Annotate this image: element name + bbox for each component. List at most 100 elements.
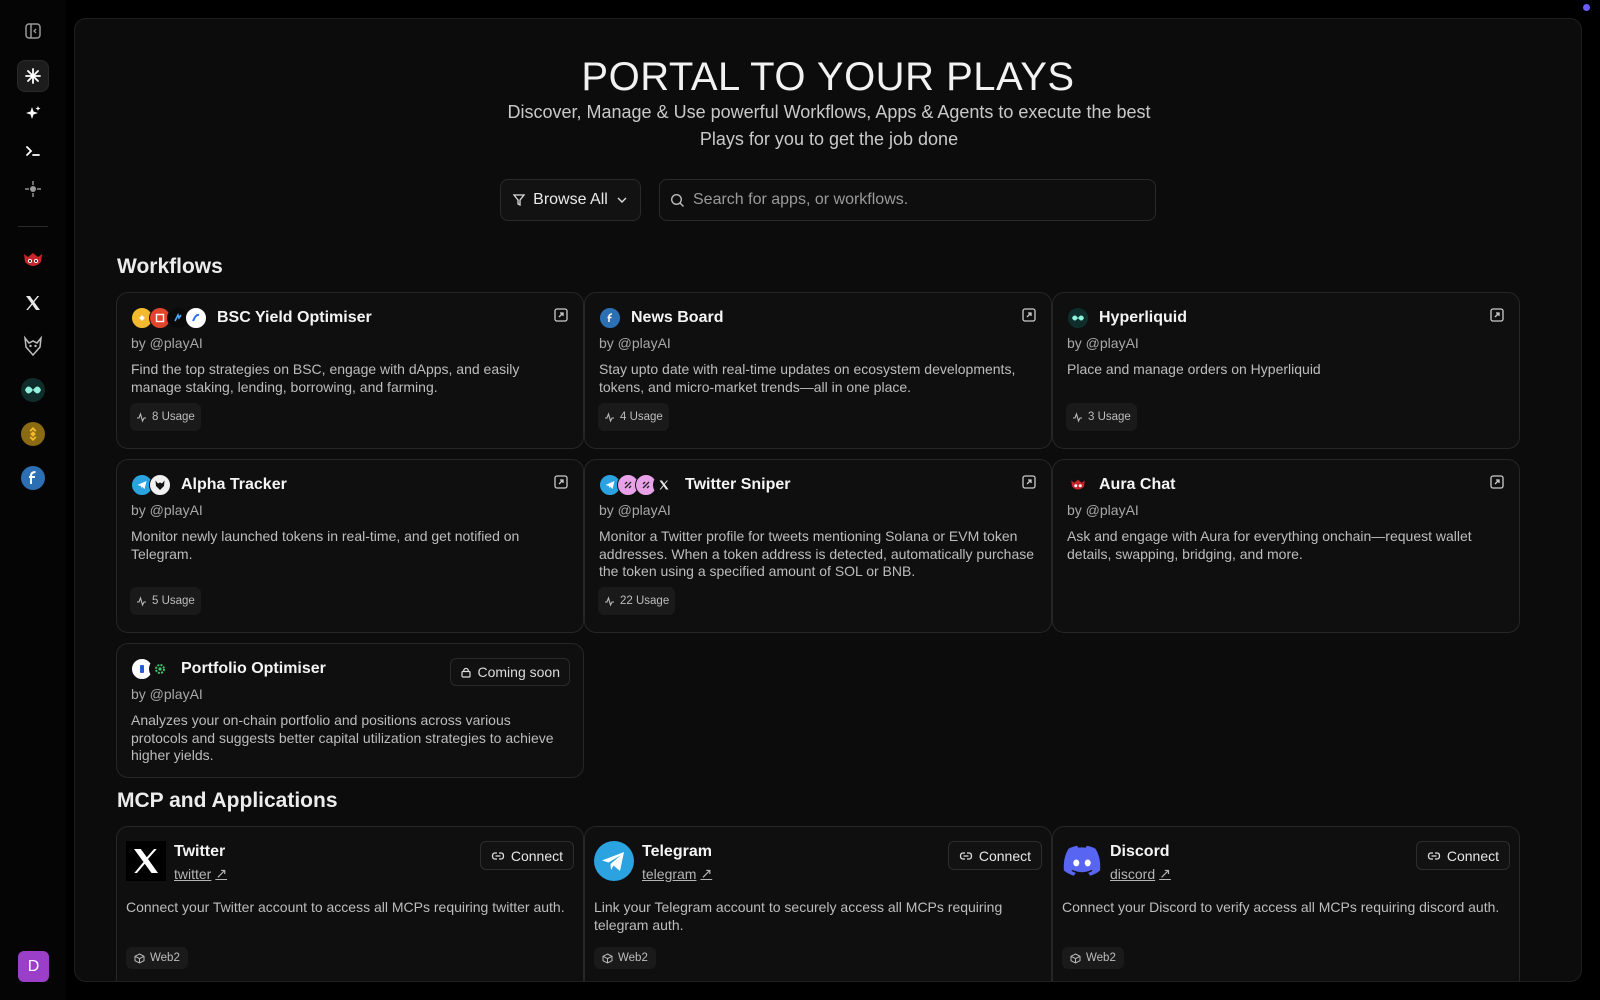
asterisk-icon[interactable] <box>17 60 49 92</box>
app-link-label: twitter <box>174 865 212 882</box>
terminal-icon[interactable] <box>17 135 49 167</box>
workflow-card-hyperliquid[interactable]: Hyperliquid by @playAI Place and manage … <box>1052 292 1520 449</box>
activity-icon <box>605 411 614 423</box>
tag-label: Web2 <box>1086 952 1116 964</box>
external-link-icon[interactable] <box>1489 474 1505 490</box>
x-logo-icon[interactable] <box>17 287 49 319</box>
app-link[interactable]: twitter ↗ <box>174 865 227 882</box>
fuse-icon <box>599 307 621 329</box>
activity-icon <box>1073 411 1082 423</box>
wolf-icon[interactable] <box>17 330 49 362</box>
card-author: by @playAI <box>1067 335 1139 351</box>
card-icons <box>1067 307 1089 329</box>
external-link-icon[interactable] <box>553 474 569 490</box>
usage-badge: 5 Usage <box>130 587 201 615</box>
app-card-discord[interactable]: Discord discord ↗ Connect Connect your Di… <box>1052 826 1520 981</box>
hyperliquid-icon[interactable] <box>17 374 49 406</box>
connect-button[interactable]: Connect <box>947 841 1042 870</box>
page-subtitle: Discover, Manage & Use powerful Workflow… <box>507 102 1151 149</box>
card-title: Alpha Tracker <box>181 476 287 493</box>
search-field[interactable] <box>659 179 1156 221</box>
usage-count: 3 Usage <box>1088 411 1131 423</box>
workflow-card-portfolio-optimiser[interactable]: Portfolio Optimiser Coming soon by @play… <box>116 643 584 778</box>
wolf-icon <box>149 474 171 496</box>
usage-count: 5 Usage <box>152 595 195 607</box>
usage-count: 4 Usage <box>620 411 663 423</box>
connect-button[interactable]: Connect <box>479 841 574 870</box>
arrow-up-right-icon: ↗ <box>700 865 713 881</box>
web2-tag: Web2 <box>126 947 188 969</box>
sparkles-icon[interactable] <box>17 97 49 129</box>
binance-icon[interactable] <box>17 418 49 450</box>
tag-label: Web2 <box>618 952 648 964</box>
browse-all-button[interactable]: Browse All <box>500 179 641 221</box>
app-title: Telegram <box>642 843 712 860</box>
app-description: Connect your Twitter account to access a… <box>126 899 565 915</box>
card-header: BSC Yield Optimiser <box>131 307 372 329</box>
page-title: PORTAL TO YOUR PLAYS <box>581 55 1075 99</box>
workflow-card-alpha-tracker[interactable]: Alpha Tracker by @playAI Monitor newly l… <box>116 459 584 633</box>
arrow-up-right-icon: ↗ <box>1159 865 1171 881</box>
external-link-icon[interactable] <box>553 307 569 323</box>
card-icons <box>599 307 621 329</box>
x-logo-icon <box>126 841 166 881</box>
card-title: BSC Yield Optimiser <box>217 309 372 326</box>
app-title: Discord <box>1110 843 1170 860</box>
chevron-down-icon <box>617 197 627 203</box>
usage-count: 22 Usage <box>620 595 670 607</box>
card-description: Monitor newly launched tokens in real-ti… <box>131 528 520 562</box>
usage-badge: 8 Usage <box>130 403 201 431</box>
connect-button[interactable]: Connect <box>1415 841 1510 870</box>
user-avatar[interactable]: D <box>18 951 49 982</box>
main-panel: PORTAL TO YOUR PLAYS Discover, Manage & … <box>74 18 1582 982</box>
card-header: News Board <box>599 307 723 329</box>
connect-label: Connect <box>510 847 563 864</box>
telegram-icon <box>594 841 634 881</box>
aura-mascot-icon[interactable] <box>17 244 49 276</box>
card-title: Portfolio Optimiser <box>181 660 326 677</box>
coming-soon-badge: Coming soon <box>449 658 570 686</box>
sidebar-divider <box>18 226 48 227</box>
crosshair-icon[interactable] <box>17 173 49 205</box>
sidebar: D <box>0 0 66 1000</box>
usage-badge: 22 Usage <box>598 587 676 615</box>
card-author: by @playAI <box>599 335 671 351</box>
swap-icon <box>185 307 207 329</box>
external-link-icon[interactable] <box>1021 307 1037 323</box>
browse-all-label: Browse All <box>533 191 608 208</box>
card-header: Alpha Tracker <box>131 474 287 496</box>
cube-icon <box>602 952 613 964</box>
workflow-card-aura-chat[interactable]: Aura Chat by @playAI Ask and engage with… <box>1052 459 1520 633</box>
connect-label: Connect <box>978 847 1031 864</box>
external-link-icon[interactable] <box>1021 474 1037 490</box>
card-author: by @playAI <box>131 686 203 702</box>
workflow-card-bsc-yield-optimiser[interactable]: BSC Yield Optimiser by @playAI Find the … <box>116 292 584 449</box>
card-author: by @playAI <box>131 335 203 351</box>
app-card-twitter[interactable]: Twitter twitter ↗ Connect Connect your Tw… <box>116 826 584 981</box>
external-link-icon[interactable] <box>1489 307 1505 323</box>
tag-label: Web2 <box>150 952 180 964</box>
card-header: Twitter Sniper <box>599 474 791 496</box>
workflows-heading: Workflows <box>117 255 223 278</box>
card-title: Twitter Sniper <box>685 476 791 493</box>
card-author: by @playAI <box>1067 502 1139 518</box>
activity-icon <box>137 411 146 423</box>
search-input[interactable] <box>693 191 1133 209</box>
workflow-card-twitter-sniper[interactable]: Twitter Sniper by @playAI Monitor a Twit… <box>584 459 1052 633</box>
app-link-label: telegram <box>642 865 697 882</box>
card-icons <box>131 307 207 329</box>
card-icons <box>1067 474 1089 496</box>
card-description: Stay upto date with real-time updates on… <box>599 361 1016 395</box>
card-description: Ask and engage with Aura for everything … <box>1067 528 1472 562</box>
aura-mascot-icon <box>1067 474 1089 496</box>
app-link[interactable]: telegram ↗ <box>642 865 712 882</box>
connect-label: Connect <box>1446 847 1499 864</box>
card-description: Place and manage orders on Hyperliquid <box>1067 361 1321 377</box>
app-link[interactable]: discord ↗ <box>1110 865 1171 882</box>
panel-toggle-icon[interactable] <box>17 15 49 47</box>
card-description: Find the top strategies on BSC, engage w… <box>131 361 520 395</box>
usage-count: 8 Usage <box>152 411 195 423</box>
workflow-card-news-board[interactable]: News Board by @playAI Stay upto date wit… <box>584 292 1052 449</box>
fuse-icon[interactable] <box>17 462 49 494</box>
app-card-telegram[interactable]: Telegram telegram ↗ Connect Link your Tel… <box>584 826 1052 981</box>
